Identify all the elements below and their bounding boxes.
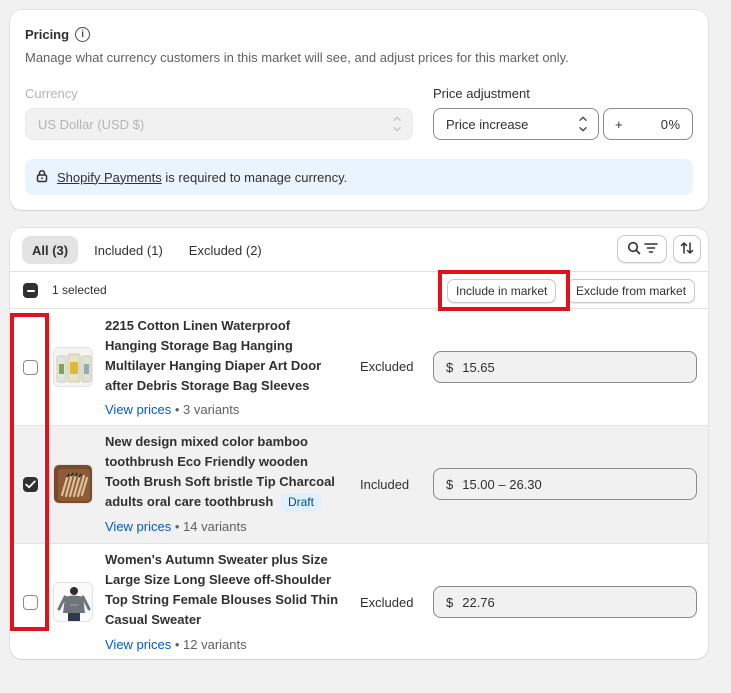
bulk-actions-bar: 1 selected Include in market Exclude fro…: [10, 271, 708, 309]
currency-select-value: US Dollar (USD $): [38, 116, 145, 132]
currency-select: US Dollar (USD $): [25, 108, 413, 140]
product-meta: View prices • 12 variants: [105, 637, 247, 652]
pricing-title: Pricing i: [25, 27, 91, 42]
price-adjustment-value: Price increase: [446, 116, 529, 132]
product-meta: View prices • 14 variants: [105, 519, 247, 534]
info-icon[interactable]: i: [75, 27, 91, 42]
products-card: All (3) Included (1) Excluded (2) 1 sele…: [10, 228, 708, 659]
row-checkbox[interactable]: [23, 360, 38, 375]
price-adjustment-label: Price adjustment: [433, 86, 530, 101]
selected-count: 1 selected: [52, 283, 107, 297]
banner-text: is required to manage currency.: [165, 169, 348, 185]
row-checkbox[interactable]: [23, 477, 38, 492]
percent-prefix: +: [615, 117, 623, 132]
search-filter-button[interactable]: [617, 235, 667, 263]
row-checkbox[interactable]: [23, 595, 38, 610]
currency-symbol: $: [446, 476, 454, 492]
chevron-up-down-icon: [578, 116, 588, 132]
variant-count: 14 variants: [183, 519, 247, 534]
select-all-checkbox[interactable]: [23, 283, 38, 298]
product-meta: View prices • 3 variants: [105, 402, 239, 417]
tab-excluded[interactable]: Excluded (2): [179, 236, 272, 264]
meta-separator: •: [174, 402, 184, 417]
percent-suffix: %: [668, 117, 680, 132]
price-field: $ 22.76: [433, 586, 697, 618]
search-icon: [627, 241, 641, 258]
include-in-market-button[interactable]: Include in market: [447, 279, 557, 303]
currency-label: Currency: [25, 86, 78, 101]
view-prices-link[interactable]: View prices: [105, 637, 171, 652]
lock-icon: [35, 169, 49, 186]
sort-icon: [680, 241, 694, 258]
variant-count: 3 variants: [183, 402, 240, 417]
currency-symbol: $: [446, 594, 454, 610]
view-prices-link[interactable]: View prices: [105, 519, 171, 534]
shopify-payments-link[interactable]: Shopify Payments: [57, 170, 162, 185]
market-status: Excluded: [360, 595, 414, 610]
product-row[interactable]: ~~~ Women's Autumn Sweater plus Size Lar…: [10, 544, 708, 659]
price-value: 22.76: [462, 594, 495, 610]
meta-separator: •: [174, 637, 184, 652]
price-adjustment-select[interactable]: Price increase: [433, 108, 599, 140]
currency-symbol: $: [446, 359, 454, 375]
filter-icon: [643, 242, 658, 257]
chevron-up-down-icon: [392, 116, 402, 132]
filter-tabs: All (3) Included (1) Excluded (2): [22, 236, 272, 264]
price-value: 15.65: [462, 359, 495, 375]
product-thumbnail: ~~~: [53, 582, 93, 622]
percent-value: 0: [660, 117, 668, 132]
variant-count: 12 variants: [183, 637, 247, 652]
svg-text:~~~: ~~~: [70, 603, 79, 609]
currency-info-banner: Shopify Payments is required to manage c…: [25, 159, 693, 195]
meta-separator: •: [174, 519, 184, 534]
product-thumbnail: [53, 347, 93, 387]
price-field: $ 15.65: [433, 351, 697, 383]
product-thumbnail: [53, 464, 93, 504]
product-name: 2215 Cotton Linen Waterproof Hanging Sto…: [105, 318, 322, 393]
pricing-card: Pricing i Manage what currency customers…: [10, 10, 708, 210]
product-name: Women's Autumn Sweater plus Size Large S…: [105, 552, 339, 627]
product-row[interactable]: 2215 Cotton Linen Waterproof Hanging Sto…: [10, 309, 708, 426]
product-row[interactable]: New design mixed color bamboo toothbrush…: [10, 426, 708, 544]
market-status: Excluded: [360, 359, 414, 374]
tab-all[interactable]: All (3): [22, 236, 79, 264]
price-value: 15.00 – 26.30: [462, 476, 542, 492]
tab-included[interactable]: Included (1): [84, 236, 173, 264]
sort-button[interactable]: [673, 235, 701, 263]
percent-adjustment-input[interactable]: + 0 %: [603, 108, 693, 140]
pricing-title-text: Pricing: [25, 27, 70, 42]
price-field: $ 15.00 – 26.30: [433, 468, 697, 500]
product-name: New design mixed color bamboo toothbrush…: [105, 432, 345, 512]
pricing-description: Manage what currency customers in this m…: [25, 50, 569, 65]
market-status: Included: [360, 477, 410, 492]
draft-badge: Draft: [280, 493, 321, 512]
exclude-from-market-button[interactable]: Exclude from market: [567, 279, 696, 303]
view-prices-link[interactable]: View prices: [105, 402, 171, 417]
